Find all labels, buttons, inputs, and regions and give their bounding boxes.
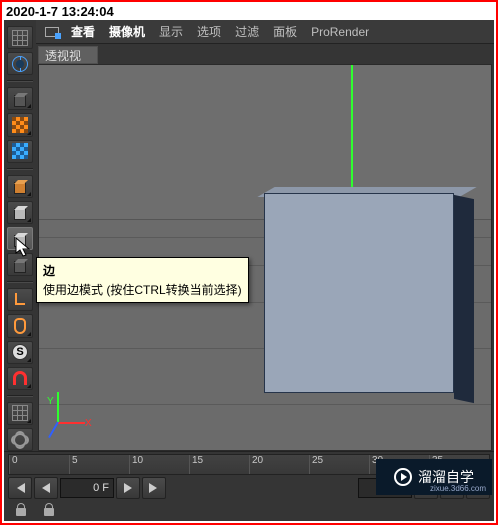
poly-mode-tool[interactable] — [7, 253, 33, 276]
watermark-play-icon — [394, 468, 412, 486]
nav-first-button[interactable] — [8, 477, 32, 499]
axis-tool[interactable] — [7, 288, 33, 311]
lock-2[interactable] — [38, 501, 60, 519]
globe-tool-icon — [12, 56, 28, 72]
snap-s-tool-icon: S — [12, 344, 28, 360]
cube-wire-tool-icon — [12, 91, 28, 107]
mouse-tool[interactable] — [7, 314, 33, 337]
checker-tool[interactable] — [7, 113, 33, 136]
model-tool-icon — [12, 178, 28, 194]
app-window: S 查看 摄像机 显示 选项 过滤 面板 ProRender 透视视图 — [4, 20, 494, 521]
mouse-tool-icon — [14, 318, 26, 334]
menu-options[interactable]: 选项 — [190, 20, 228, 44]
gear-tool-icon — [13, 433, 27, 447]
menu-filter[interactable]: 过滤 — [228, 20, 266, 44]
tick-15: 15 — [189, 455, 249, 474]
menu-panel[interactable]: 面板 — [266, 20, 304, 44]
cube-wire-tool[interactable] — [7, 87, 33, 110]
viewport-title: 透视视图 — [38, 46, 98, 64]
nav-last-button[interactable] — [142, 477, 166, 499]
viewport-menu-icon[interactable] — [40, 22, 64, 42]
checker-tool-icon — [12, 117, 28, 133]
watermark: 溜溜自学 zixue.3d66.com — [376, 459, 492, 495]
axis-tool-icon — [13, 293, 27, 307]
grid-tool-icon — [12, 30, 28, 46]
grid2-tool-icon — [12, 405, 28, 421]
menu-prorender[interactable]: ProRender — [304, 20, 376, 44]
point-mode-tool[interactable] — [7, 201, 33, 224]
magnet-tool-icon — [13, 371, 27, 385]
lock-1[interactable] — [10, 501, 32, 519]
tick-20: 20 — [249, 455, 309, 474]
poly-mode-tool-icon — [12, 257, 28, 273]
edge-mode-tool[interactable] — [7, 227, 33, 250]
tick-0: 0 — [9, 455, 69, 474]
magnet-tool[interactable] — [7, 367, 33, 390]
tick-10: 10 — [129, 455, 189, 474]
viewport-menubar: 查看 摄像机 显示 选项 过滤 面板 ProRender — [36, 20, 494, 44]
tooltip-title: 边 — [43, 262, 242, 279]
edge-mode-tooltip: 边 使用边模式 (按住CTRL转换当前选择) — [36, 257, 249, 303]
timestamp-label: 2020-1-7 13:24:04 — [4, 4, 116, 19]
gear-tool[interactable] — [7, 428, 33, 451]
axis-gizmo: Y X — [47, 392, 97, 442]
grid-tool[interactable] — [7, 26, 33, 49]
timeline-locks — [8, 501, 490, 519]
model-tool[interactable] — [7, 175, 33, 198]
surface-tool-icon — [12, 143, 28, 159]
gizmo-y-label: Y — [47, 396, 54, 407]
point-mode-tool-icon — [12, 204, 28, 220]
surface-tool[interactable] — [7, 140, 33, 163]
tick-25: 25 — [309, 455, 369, 474]
view-area: 查看 摄像机 显示 选项 过滤 面板 ProRender 透视视图 — [36, 20, 494, 451]
nav-next-button[interactable] — [116, 477, 140, 499]
edge-mode-tool-icon — [12, 231, 28, 247]
menu-view[interactable]: 查看 — [64, 20, 102, 44]
watermark-url: zixue.3d66.com — [430, 484, 486, 493]
nav-prev-button[interactable] — [34, 477, 58, 499]
left-toolbar: S — [4, 20, 36, 451]
gizmo-x-label: X — [85, 418, 92, 429]
menu-camera[interactable]: 摄像机 — [102, 20, 152, 44]
snap-s-tool[interactable]: S — [7, 341, 33, 364]
menu-display[interactable]: 显示 — [152, 20, 190, 44]
tick-5: 5 — [69, 455, 129, 474]
globe-tool[interactable] — [7, 52, 33, 75]
tooltip-body: 使用边模式 (按住CTRL转换当前选择) — [43, 281, 242, 298]
grid2-tool[interactable] — [7, 402, 33, 425]
current-frame-field[interactable]: 0 F — [60, 478, 114, 498]
cube-object[interactable] — [264, 193, 474, 411]
